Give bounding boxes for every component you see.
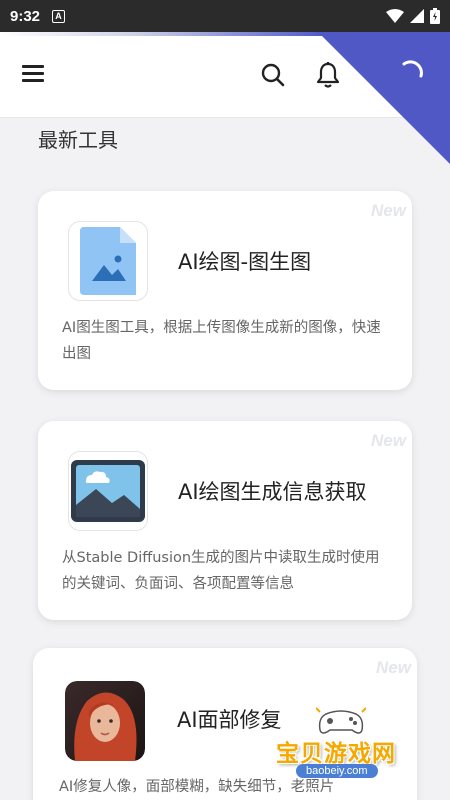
- header-gradient-bar: [0, 32, 330, 36]
- status-bar: 9:32 A: [0, 0, 450, 32]
- card-description: AI图生图工具，根据上传图像生成新的图像，快速出图: [62, 320, 381, 362]
- card-title: AI绘图-图生图: [178, 250, 312, 274]
- menu-icon[interactable]: [22, 65, 44, 85]
- card-description: AI修复人像，面部模糊，缺失细节，老照片: [59, 779, 335, 795]
- tool-card-img2img[interactable]: New AI绘图-图生图 AI图生图工具，根据上传图像生成新的图像，快速出图: [38, 191, 412, 390]
- status-time: 9:32: [10, 7, 41, 25]
- card-description: 从Stable Diffusion生成的图片中读取生成时使用的关键词、负面词、各…: [62, 550, 380, 592]
- new-badge: New: [376, 658, 411, 677]
- loading-icon[interactable]: [396, 58, 426, 88]
- portrait-thumbnail: [65, 681, 145, 761]
- image-file-icon: [68, 221, 148, 301]
- corner-ribbon: [318, 32, 450, 164]
- new-badge: New: [371, 201, 406, 220]
- tool-card-image-info[interactable]: New AI绘图生成信息获取 从Stable Diffusion生成的图片中读取…: [38, 421, 412, 620]
- wifi-icon: [386, 9, 404, 23]
- battery-icon: [430, 8, 440, 24]
- section-title: 最新工具: [38, 128, 118, 152]
- search-icon[interactable]: [260, 62, 286, 88]
- landscape-image-icon: [68, 451, 148, 531]
- status-icons: [386, 8, 440, 24]
- tool-card-face-restore[interactable]: New AI面部修复 AI修复人像，面部模糊，缺失细节，老照片: [33, 648, 417, 800]
- signal-icon: [410, 9, 424, 23]
- card-title: AI面部修复: [177, 708, 282, 732]
- notification-a-icon: A: [52, 9, 66, 23]
- new-badge: New: [371, 431, 406, 450]
- card-title: AI绘图生成信息获取: [178, 480, 367, 504]
